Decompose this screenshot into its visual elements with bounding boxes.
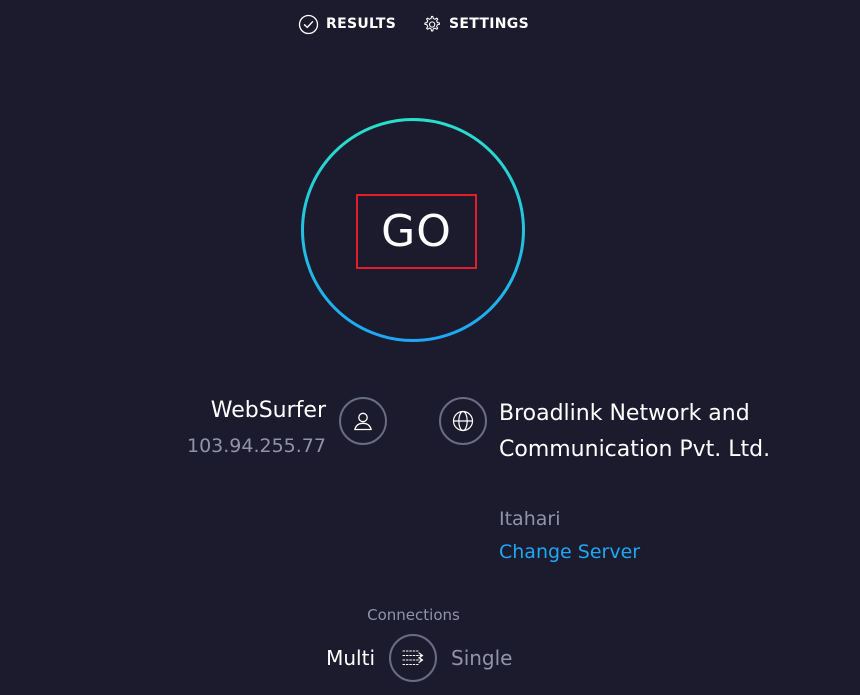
check-circle-icon (298, 14, 319, 35)
client-name: WebSurfer (210, 398, 326, 423)
settings-label: SETTINGS (449, 16, 529, 32)
results-label: RESULTS (326, 16, 397, 32)
connections-multi-option[interactable]: Multi (326, 646, 375, 670)
globe-icon (439, 397, 487, 445)
results-nav-link[interactable]: RESULTS (298, 12, 396, 36)
top-nav: RESULTS SETTINGS (0, 12, 860, 36)
change-server-link[interactable]: Change Server (499, 541, 640, 563)
isp-name: Broadlink Network and Communication Pvt.… (499, 401, 771, 462)
go-button[interactable]: GO (356, 194, 477, 269)
speedtest-page: RESULTS SETTINGS GO WebSurfer 103.94.255… (0, 0, 860, 695)
settings-nav-link[interactable]: SETTINGS (421, 12, 529, 36)
connections-toggle-icon[interactable] (389, 634, 437, 682)
connections-title: Connections (367, 606, 460, 624)
user-icon (339, 397, 387, 445)
connections-single-option[interactable]: Single (451, 646, 512, 670)
client-ip: 103.94.255.77 (186, 435, 326, 457)
gear-icon (421, 14, 442, 35)
server-location: Itahari (499, 508, 561, 530)
